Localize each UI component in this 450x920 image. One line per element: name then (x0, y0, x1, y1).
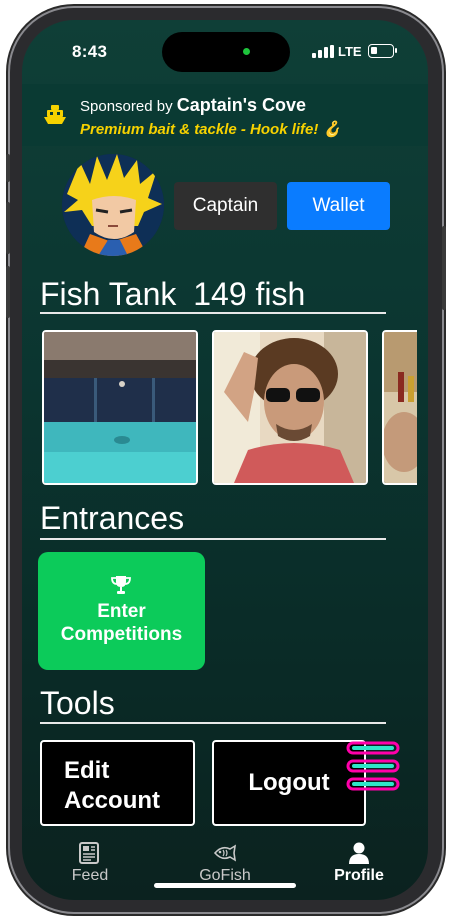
tab-profile-label: Profile (334, 867, 384, 884)
section-divider (40, 312, 386, 314)
boat-icon (44, 105, 66, 124)
trophy-icon (111, 576, 131, 594)
stack-icon[interactable] (344, 738, 402, 796)
fish-photo-thumbnail[interactable] (212, 330, 368, 485)
section-divider (40, 538, 386, 540)
enter-competitions-button[interactable]: Enter Competitions (38, 552, 205, 670)
captain-button[interactable]: Captain (174, 182, 277, 230)
tab-gofish-label: GoFish (199, 867, 251, 884)
fish-tank-gallery[interactable] (40, 330, 417, 486)
status-bar: 8:43 LTE (22, 20, 428, 82)
sponsor-prefix: Sponsored by (80, 98, 173, 115)
logout-button[interactable]: Logout (212, 740, 366, 826)
volume-up-button (6, 202, 10, 254)
mute-switch (6, 154, 10, 182)
section-divider (40, 722, 386, 724)
sponsor-name: Captain's Cove (176, 95, 307, 115)
camera-indicator-icon (243, 48, 250, 55)
entrances-title: Entrances (40, 500, 185, 536)
edit-account-label: Edit Account (64, 757, 160, 814)
tools-title: Tools (40, 685, 115, 721)
logout-label: Logout (248, 769, 330, 796)
person-icon (349, 842, 369, 864)
fish-count: 149 fish (193, 276, 306, 312)
tab-bar: Feed GoFish Profile (22, 832, 428, 900)
newspaper-icon (79, 842, 99, 864)
pool-photo (44, 332, 196, 483)
sponsor-banner[interactable]: Sponsored by Captain's Cove Premium bait… (22, 84, 428, 146)
dynamic-island (162, 32, 290, 72)
battery-icon (368, 44, 397, 58)
fish-photo-thumbnail[interactable] (42, 330, 198, 485)
sponsor-tagline: Premium bait & tackle - Hook life! 🪝 (80, 121, 342, 138)
signal-icon (312, 45, 334, 58)
fish-tank-heading: Fish Tank 149 fish (40, 276, 305, 313)
selfie-sunglasses-photo (214, 332, 366, 483)
wallet-button[interactable]: Wallet (287, 182, 390, 230)
avatar[interactable] (62, 154, 164, 256)
app-screen: 8:43 LTE Sponsored by Captain's Cove Pre… (22, 20, 428, 900)
edit-account-button[interactable]: Edit Account (40, 740, 195, 826)
network-label: LTE (338, 44, 362, 59)
tab-feed-label: Feed (71, 867, 109, 884)
tab-gofish[interactable]: GoFish (180, 840, 270, 885)
partial-photo (384, 332, 417, 483)
fish-tank-title: Fish Tank (40, 276, 177, 312)
power-button (442, 226, 446, 310)
fish-photo-thumbnail[interactable] (382, 330, 417, 485)
home-indicator[interactable] (154, 883, 296, 888)
tab-feed[interactable]: Feed (45, 840, 135, 885)
volume-down-button (6, 266, 10, 318)
enter-competitions-label: Enter Competitions (60, 601, 183, 645)
sponsor-line: Sponsored by Captain's Cove (80, 95, 306, 116)
fish-icon (213, 844, 237, 862)
tab-profile[interactable]: Profile (314, 840, 404, 885)
status-time: 8:43 (72, 42, 108, 61)
anime-character-avatar (62, 154, 164, 256)
